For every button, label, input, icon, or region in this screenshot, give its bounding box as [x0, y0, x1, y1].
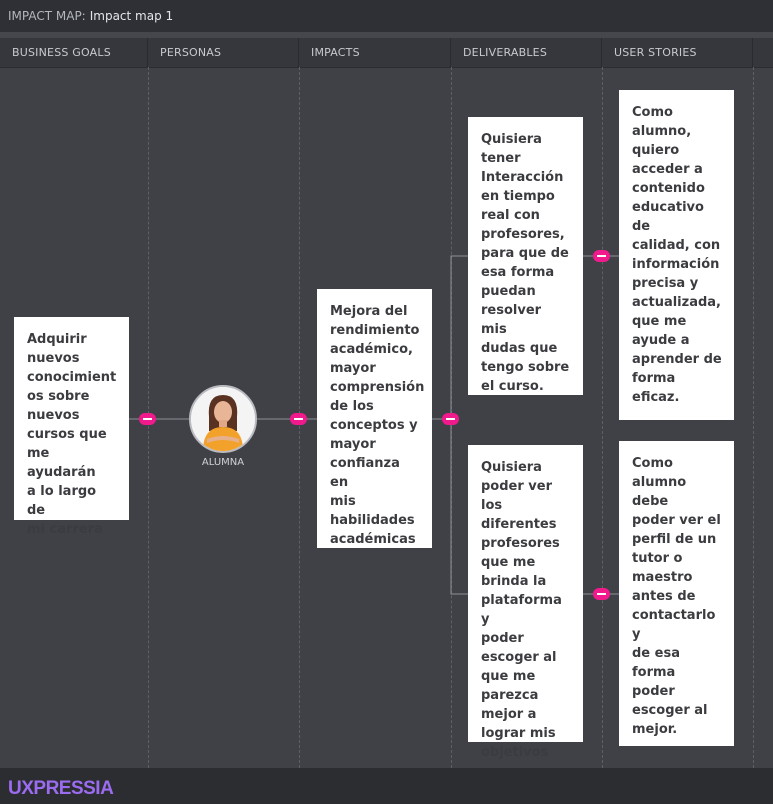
deliverable-card[interactable]: Quisiera poder ver los diferentes profes… — [468, 445, 583, 760]
footer: UXPRESSIA — [0, 768, 773, 804]
collapse-button[interactable] — [442, 413, 459, 425]
user-story-card[interactable]: Como alumno, quiero acceder a contenido … — [619, 90, 734, 420]
collapse-button[interactable] — [593, 588, 610, 600]
person-avatar-icon[interactable] — [189, 385, 257, 453]
uxpressia-logo[interactable]: UXPRESSIA — [8, 778, 114, 800]
deliverable-card[interactable]: Quisiera tener Interacción en tiempo rea… — [468, 117, 583, 395]
user-story-card[interactable]: Como alumno debe poder ver el perfil de … — [619, 441, 734, 746]
impact-card[interactable]: Mejora del rendimiento académico, mayor … — [317, 289, 432, 548]
collapse-button[interactable] — [139, 413, 156, 425]
business-goal-card[interactable]: Adquirir nuevos conocimient os sobre nue… — [14, 317, 129, 537]
avatar-illustration — [191, 387, 255, 451]
collapse-button[interactable] — [290, 413, 307, 425]
collapse-button[interactable] — [593, 250, 610, 262]
persona-name: ALUMNA — [201, 457, 245, 468]
